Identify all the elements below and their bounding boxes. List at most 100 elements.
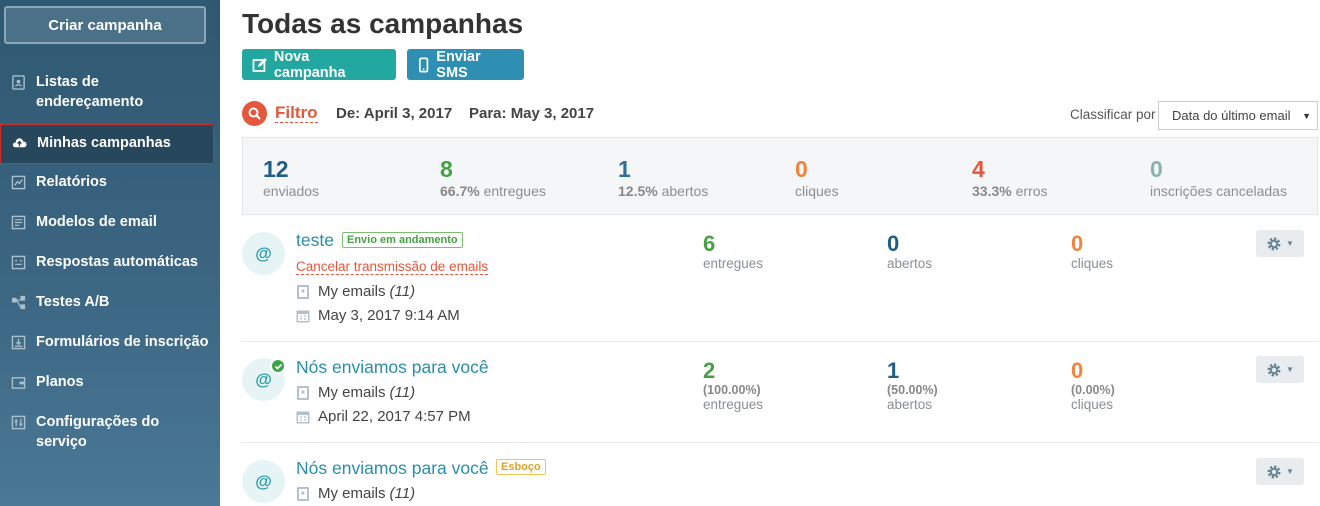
sidebar-nav: Listas de endereçamento Minhas campanhas…	[0, 64, 220, 464]
stat-clicks: 0 cliques	[795, 156, 839, 199]
mobile-icon	[418, 57, 429, 72]
split-test-icon	[10, 294, 26, 310]
stat-label: enviados	[263, 183, 320, 199]
sidebar-item-label: Configurações do serviço	[36, 414, 160, 450]
summary-stats: 12 enviados 8 66.7% entregues 1 12.5% ab…	[242, 137, 1318, 215]
send-date: April 22, 2017 4:57 PM	[318, 408, 471, 425]
chart-icon	[10, 174, 26, 190]
stat-number: 1	[618, 156, 631, 182]
gear-icon	[1267, 363, 1281, 376]
filter-link[interactable]: Filtro	[275, 104, 318, 123]
edit-icon	[252, 57, 267, 72]
address-book-icon	[297, 486, 309, 501]
gear-icon	[1267, 237, 1281, 250]
sidebar-item-label: Relatórios	[36, 174, 107, 190]
campaign-settings-button[interactable]: ▼	[1256, 458, 1304, 485]
sidebar-item-label: Formulários de inscrição	[36, 334, 209, 350]
stat-percent: (50.00%)	[887, 383, 938, 397]
main-content: Todas as campanhas Nova campanha Enviar …	[242, 0, 1320, 506]
email-at-icon: @	[242, 232, 285, 275]
list-name: My emails	[318, 384, 386, 401]
date-from: De: April 3, 2017	[336, 105, 453, 122]
sidebar-item-my-campaigns[interactable]: Minhas campanhas	[0, 124, 214, 164]
stat-number: 0	[1071, 358, 1084, 383]
sidebar-item-label: Respostas automáticas	[36, 254, 198, 270]
stat-number: 4	[972, 156, 985, 182]
campaign-title[interactable]: teste	[296, 230, 334, 251]
sort-value: Data do último email	[1172, 108, 1291, 123]
stat-number: 8	[440, 156, 453, 182]
search-icon[interactable]	[242, 101, 267, 126]
send-sms-label: Enviar SMS	[436, 48, 481, 81]
campaign-settings-button[interactable]: ▼	[1256, 230, 1304, 257]
campaign-stat-delivered: 2 (100.00%) entregues	[703, 358, 764, 413]
address-book-icon	[297, 284, 309, 299]
caret-down-icon: ▼	[1286, 467, 1294, 476]
campaign-row: @ Nós enviamos para você My emails (11) A…	[242, 342, 1318, 443]
create-campaign-button[interactable]: Criar campanha	[4, 6, 206, 44]
caret-down-icon: ▼	[1302, 111, 1311, 121]
campaign-settings-button[interactable]: ▼	[1256, 356, 1304, 383]
sidebar-item-label: Planos	[36, 374, 84, 390]
stat-label: cliques	[795, 183, 839, 199]
stat-unsubscribed: 0 inscrições canceladas	[1150, 156, 1287, 199]
new-campaign-button[interactable]: Nova campanha	[242, 49, 396, 81]
sidebar-item-label: Testes A/B	[36, 294, 110, 310]
sidebar-item-email-templates[interactable]: Modelos de email	[0, 204, 220, 244]
stat-number: 0	[795, 156, 808, 182]
gear-icon	[1267, 465, 1281, 478]
campaign-row: @ teste Envio em andamento Cancelar tran…	[242, 215, 1318, 342]
campaign-date: May 3, 2017 9:14 AM	[296, 307, 460, 324]
stat-label: 33.3% erros	[972, 183, 1048, 199]
stat-number: 0	[1071, 231, 1084, 256]
stat-label: inscrições canceladas	[1150, 183, 1287, 199]
sidebar-item-service-settings[interactable]: Configurações do serviço	[0, 404, 220, 464]
sort-select[interactable]: Data do último email ▼	[1158, 101, 1318, 130]
campaign-stat-clicks: 0 cliques	[1071, 231, 1114, 272]
stat-number: 0	[887, 231, 900, 256]
list-name: My emails	[318, 283, 386, 300]
autoresponder-icon	[10, 254, 26, 270]
campaign-title[interactable]: Nós enviamos para você	[296, 357, 489, 378]
sidebar-item-plans[interactable]: Planos	[0, 364, 220, 404]
email-at-icon: @	[242, 460, 285, 503]
sidebar-item-reports[interactable]: Relatórios	[0, 164, 220, 204]
caret-down-icon: ▼	[1286, 239, 1294, 248]
stat-label: entregues	[703, 397, 764, 412]
campaign-stat-opened: 0 abertos	[887, 231, 933, 272]
sidebar: Criar campanha Listas de endereçamento M…	[0, 0, 220, 506]
stat-label: cliques	[1071, 397, 1114, 412]
sidebar-item-label: Modelos de email	[36, 214, 157, 230]
cancel-transmission-link[interactable]: Cancelar transmissão de emails	[296, 259, 489, 275]
stat-label: abertos	[887, 397, 933, 412]
stat-number: 1	[887, 358, 900, 383]
stat-delivered: 8 66.7% entregues	[440, 156, 546, 199]
check-icon	[270, 358, 286, 374]
stat-label: 12.5% abertos	[618, 183, 709, 199]
filter-bar: Filtro De: April 3, 2017 Para: May 3, 20…	[242, 101, 1318, 130]
sidebar-item-address-lists[interactable]: Listas de endereçamento	[0, 64, 220, 124]
campaign-title[interactable]: Nós enviamos para você	[296, 458, 489, 479]
page-title: Todas as campanhas	[242, 8, 524, 39]
stat-sent: 12 enviados	[263, 156, 319, 199]
send-date: May 3, 2017 9:14 AM	[318, 307, 460, 324]
stat-label: entregues	[703, 256, 764, 271]
status-badge: Envio em andamento	[342, 232, 463, 248]
list-name: My emails	[318, 485, 386, 502]
status-badge: Esboço	[496, 459, 546, 475]
sidebar-item-ab-tests[interactable]: Testes A/B	[0, 284, 220, 324]
stat-label: abertos	[887, 256, 933, 271]
campaign-stat-opened: 1 (50.00%) abertos	[887, 358, 938, 413]
stat-errors: 4 33.3% erros	[972, 156, 1048, 199]
upload-cloud-icon	[11, 135, 27, 151]
sort-label: Classificar por	[1070, 107, 1156, 122]
campaign-row: @ Nós enviamos para você Esboço My email…	[242, 443, 1318, 506]
stat-number: 2	[703, 358, 716, 383]
sidebar-item-signup-forms[interactable]: Formulários de inscrição	[0, 324, 220, 364]
stat-label: cliques	[1071, 256, 1114, 271]
sidebar-item-label: Minhas campanhas	[37, 135, 171, 151]
send-sms-button[interactable]: Enviar SMS	[407, 48, 524, 81]
sidebar-item-autoresponders[interactable]: Respostas automáticas	[0, 244, 220, 284]
stat-number: 6	[703, 231, 716, 256]
form-icon	[10, 334, 26, 350]
